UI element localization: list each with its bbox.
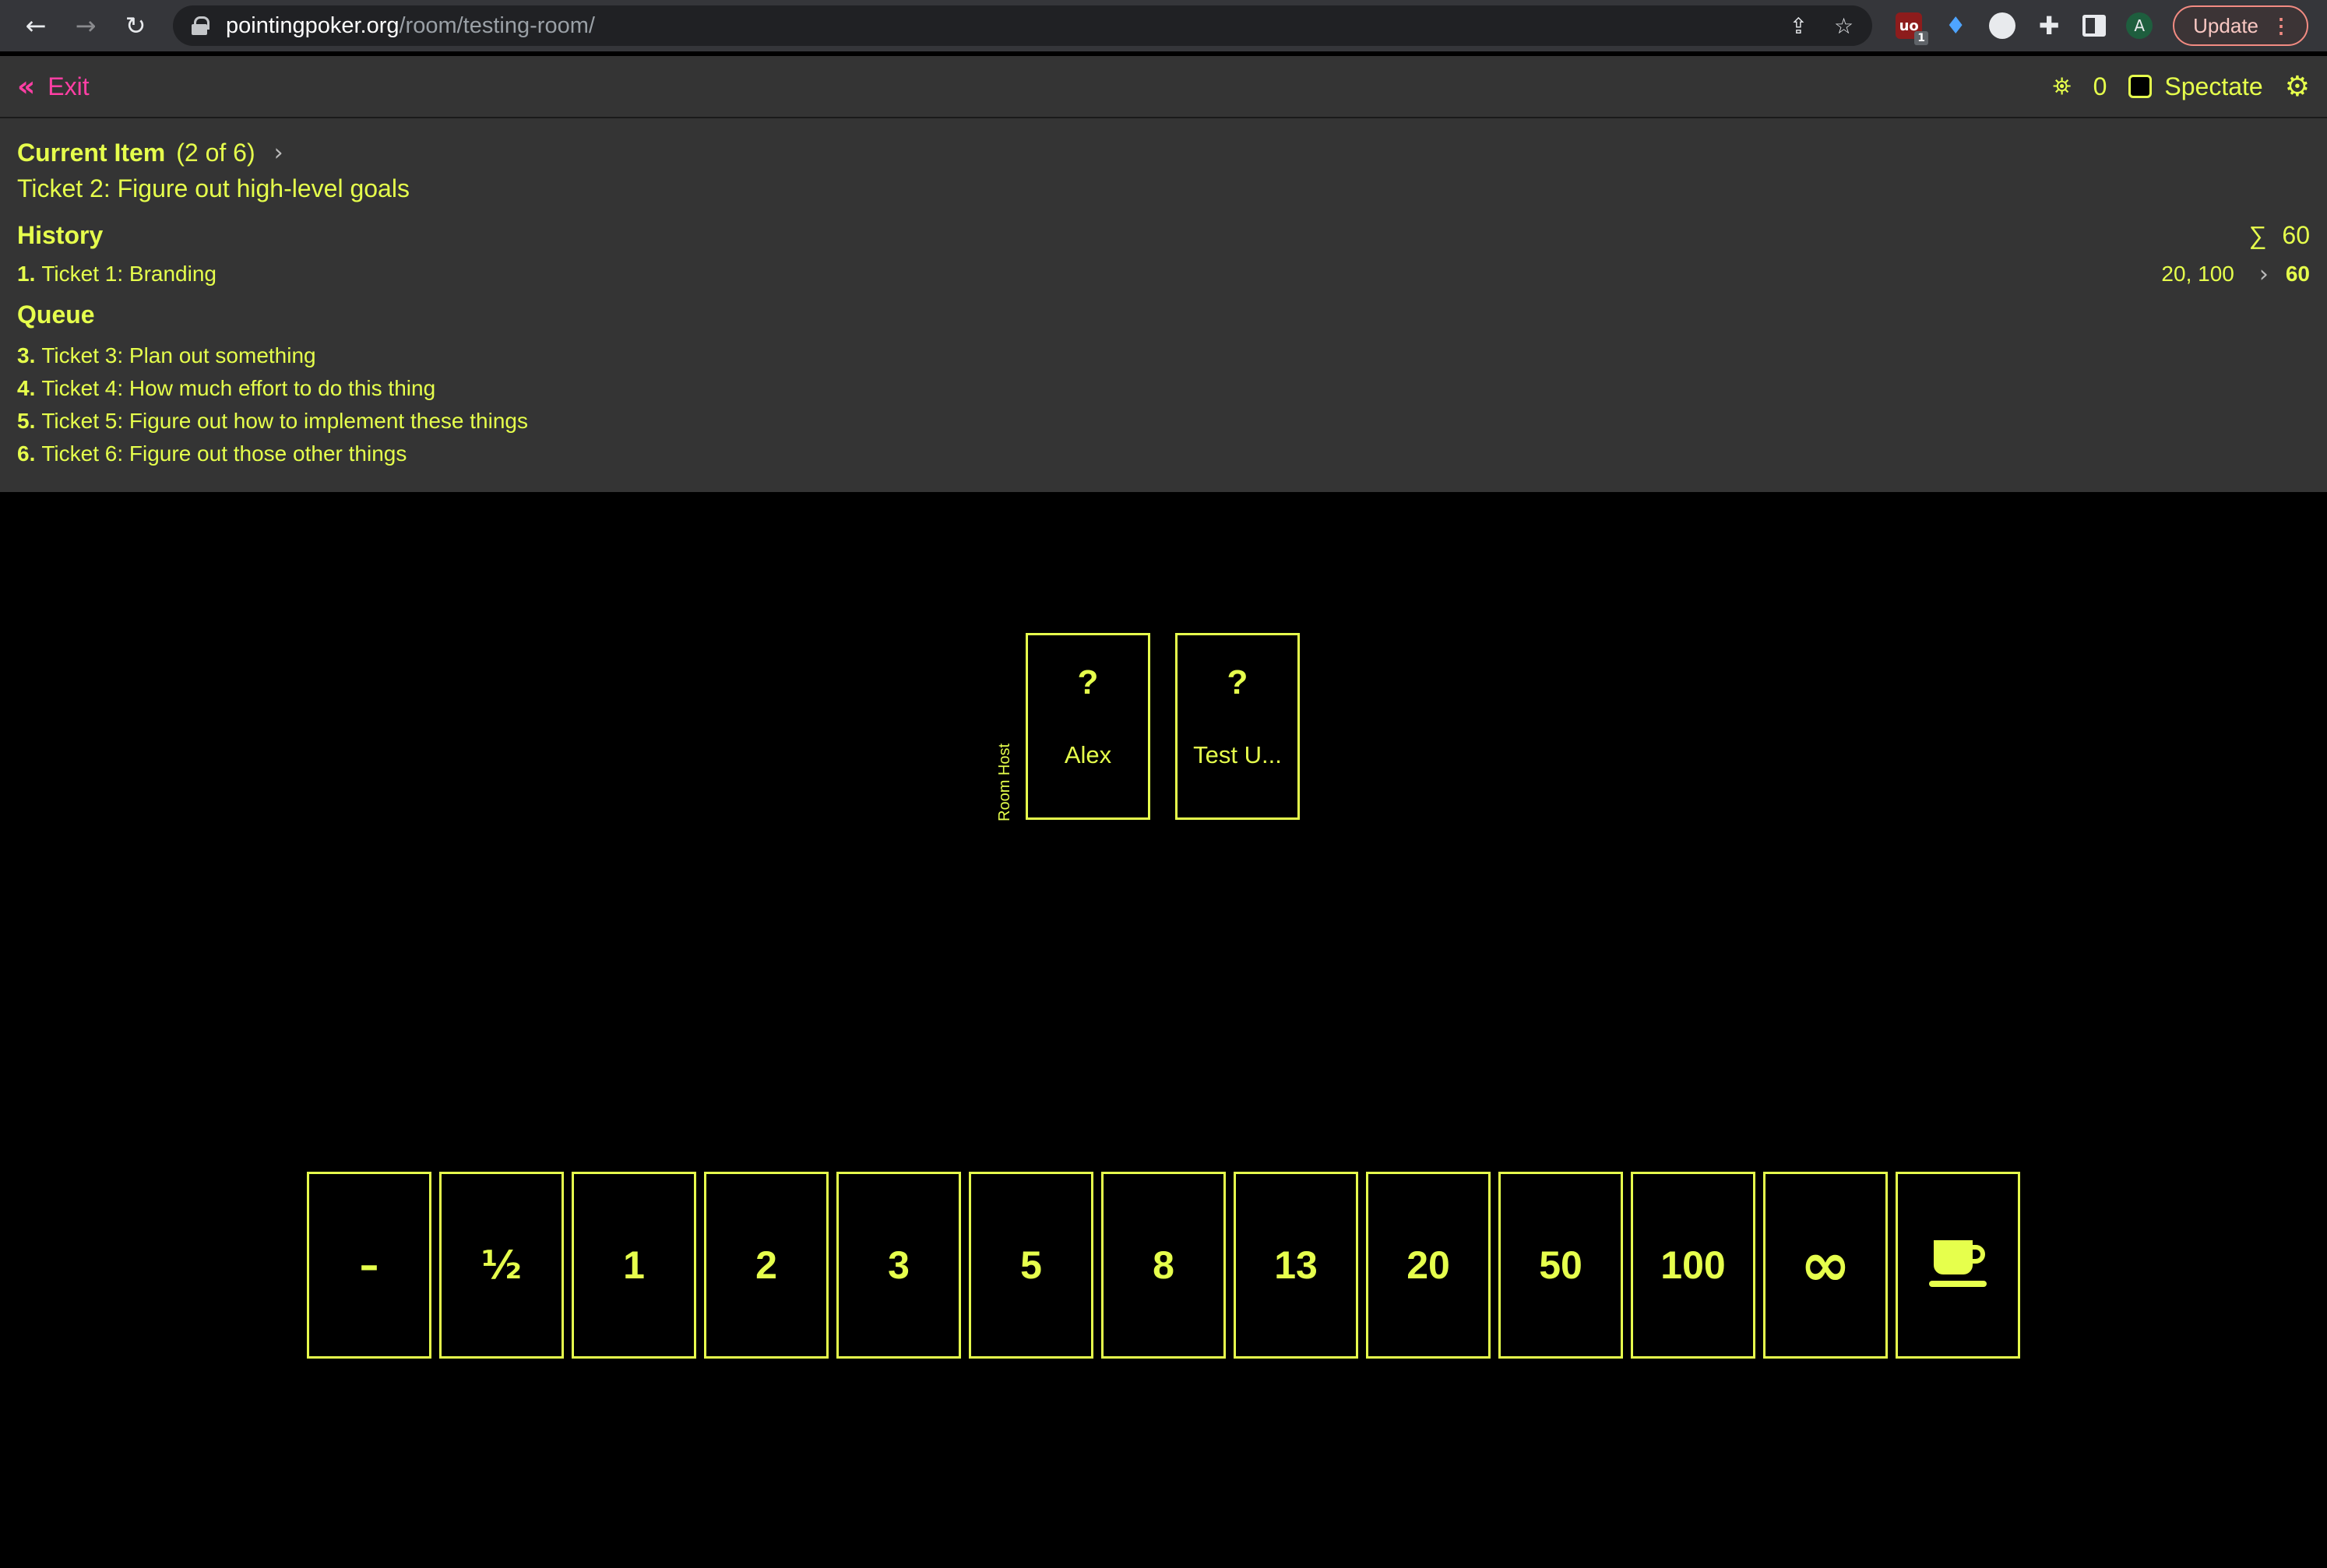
queue-title: Queue bbox=[17, 300, 95, 329]
room-host-label: Room Host bbox=[996, 743, 1013, 821]
current-item-title: Current Item bbox=[17, 138, 166, 167]
queue-item-number: 6. bbox=[17, 441, 36, 466]
player-name: Test U... bbox=[1193, 741, 1282, 768]
gem-extension-icon[interactable]: ♦ bbox=[1942, 12, 1969, 40]
ublock-extension-icon[interactable]: uo bbox=[1896, 12, 1929, 45]
extensions-puzzle-icon[interactable]: ✚ bbox=[2036, 11, 2062, 40]
lock-icon[interactable] bbox=[192, 16, 209, 35]
settings-gear-icon[interactable]: ⚙ bbox=[2285, 71, 2310, 103]
vote-card-8[interactable]: 8 bbox=[1101, 1172, 1226, 1359]
bookmark-star-icon[interactable]: ☆ bbox=[1834, 13, 1854, 39]
queue-item[interactable]: 4. Ticket 4: How much effort to do this … bbox=[17, 372, 2310, 405]
player-vote: ? bbox=[1077, 663, 1099, 701]
history-item[interactable]: 1. Ticket 1: Branding 20, 100 › 60 bbox=[17, 258, 2310, 290]
vote-card-100[interactable]: 100 bbox=[1631, 1172, 1755, 1359]
history-item-label: Ticket 1: Branding bbox=[41, 262, 217, 286]
vote-card-20[interactable]: 20 bbox=[1366, 1172, 1491, 1359]
chevron-right-icon: › bbox=[2258, 260, 2269, 288]
vote-card-coffee[interactable] bbox=[1896, 1172, 2020, 1359]
url-host: pointingpoker.org bbox=[226, 12, 400, 38]
spectate-toggle[interactable]: Spectate bbox=[2128, 72, 2263, 101]
queue-item[interactable]: 3. Ticket 3: Plan out something bbox=[17, 339, 2310, 372]
profile-extension-icon[interactable] bbox=[1989, 12, 2016, 39]
current-ticket: Ticket 2: Figure out high-level goals bbox=[17, 174, 410, 202]
vote-card-half[interactable]: ½ bbox=[439, 1172, 564, 1359]
history-item-total: 60 bbox=[2285, 262, 2310, 286]
side-panel-icon[interactable] bbox=[2082, 15, 2107, 37]
queue-item[interactable]: 5. Ticket 5: Figure out how to implement… bbox=[17, 405, 2310, 438]
queue-item-number: 4. bbox=[17, 376, 36, 400]
queue-header: Queue bbox=[17, 296, 2310, 333]
queue-item[interactable]: 6. Ticket 6: Figure out those other thin… bbox=[17, 438, 2310, 470]
spectate-checkbox[interactable] bbox=[2128, 75, 2153, 98]
player-name: Alex bbox=[1064, 741, 1112, 768]
vote-card-50[interactable]: 50 bbox=[1498, 1172, 1623, 1359]
vote-card-infinity[interactable]: ∞ bbox=[1763, 1172, 1888, 1359]
current-item-row: Current Item (2 of 6) › bbox=[17, 135, 2310, 170]
queue-item-label: Ticket 5: Figure out how to implement th… bbox=[41, 409, 528, 433]
back-arrow-icon[interactable]: ← bbox=[19, 9, 53, 43]
forward-arrow-icon[interactable]: → bbox=[69, 9, 103, 43]
queue-item-label: Ticket 3: Plan out something bbox=[41, 343, 316, 367]
vote-card-2[interactable]: 2 bbox=[704, 1172, 829, 1359]
ticket-panel: Current Item (2 of 6) › Ticket 2: Figure… bbox=[0, 118, 2327, 492]
history-title: History bbox=[17, 220, 104, 249]
binoculars-icon: ⛯ bbox=[2052, 72, 2072, 100]
queue-item-number: 5. bbox=[17, 409, 36, 433]
voting-deck: – ½ 1 2 3 5 8 13 20 50 100 ∞ bbox=[307, 1172, 2020, 1359]
exit-button[interactable]: « Exit bbox=[17, 71, 90, 103]
browser-toolbar: ← → ↻ pointingpoker.org/room/testing-roo… bbox=[0, 0, 2327, 51]
exit-label: Exit bbox=[48, 72, 90, 100]
history-item-number: 1. bbox=[17, 262, 36, 286]
next-item-chevron-icon[interactable]: › bbox=[274, 139, 283, 167]
more-menu-icon: ⋮ bbox=[2271, 13, 2291, 37]
spectator-count: 0 bbox=[2093, 72, 2107, 100]
player-seat-alex: ? Alex bbox=[1026, 633, 1150, 820]
queue-item-number: 3. bbox=[17, 343, 36, 367]
share-icon[interactable]: ⇪ bbox=[1790, 13, 1808, 39]
double-chevron-left-icon: « bbox=[17, 70, 36, 103]
url-path: /room/testing-room/ bbox=[399, 12, 595, 38]
history-sum: ∑ 60 bbox=[2249, 221, 2310, 250]
sum-symbol-icon: ∑ bbox=[2248, 220, 2267, 249]
history-header: History ∑ 60 bbox=[17, 216, 2310, 254]
queue-item-label: Ticket 4: How much effort to do this thi… bbox=[41, 376, 436, 400]
vote-card-none[interactable]: – bbox=[307, 1172, 431, 1359]
room-header: « Exit ⛯ 0 Spectate ⚙ bbox=[0, 56, 2327, 118]
vote-card-1[interactable]: 1 bbox=[572, 1172, 696, 1359]
vote-card-3[interactable]: 3 bbox=[836, 1172, 961, 1359]
current-item-count: (2 of 6) bbox=[176, 138, 255, 167]
coffee-cup-icon bbox=[1929, 1240, 1987, 1290]
vote-card-5[interactable]: 5 bbox=[969, 1172, 1093, 1359]
chrome-update-button[interactable]: Update ⋮ bbox=[2173, 5, 2308, 46]
account-avatar[interactable]: A bbox=[2126, 12, 2153, 39]
player-vote: ? bbox=[1227, 663, 1248, 701]
history-sum-value: 60 bbox=[2282, 220, 2310, 249]
queue-list: 3. Ticket 3: Plan out something 4. Ticke… bbox=[17, 339, 2310, 470]
update-label: Update bbox=[2193, 13, 2258, 37]
history-item-votes: 20, 100 bbox=[2161, 262, 2234, 286]
address-bar[interactable]: pointingpoker.org/room/testing-room/ ⇪ ☆ bbox=[173, 5, 1873, 46]
reload-icon[interactable]: ↻ bbox=[118, 9, 153, 43]
player-seat-test-user: ? Test U... bbox=[1175, 633, 1300, 820]
vote-card-13[interactable]: 13 bbox=[1234, 1172, 1358, 1359]
queue-item-label: Ticket 6: Figure out those other things bbox=[41, 441, 407, 466]
spectate-label: Spectate bbox=[2164, 72, 2263, 100]
